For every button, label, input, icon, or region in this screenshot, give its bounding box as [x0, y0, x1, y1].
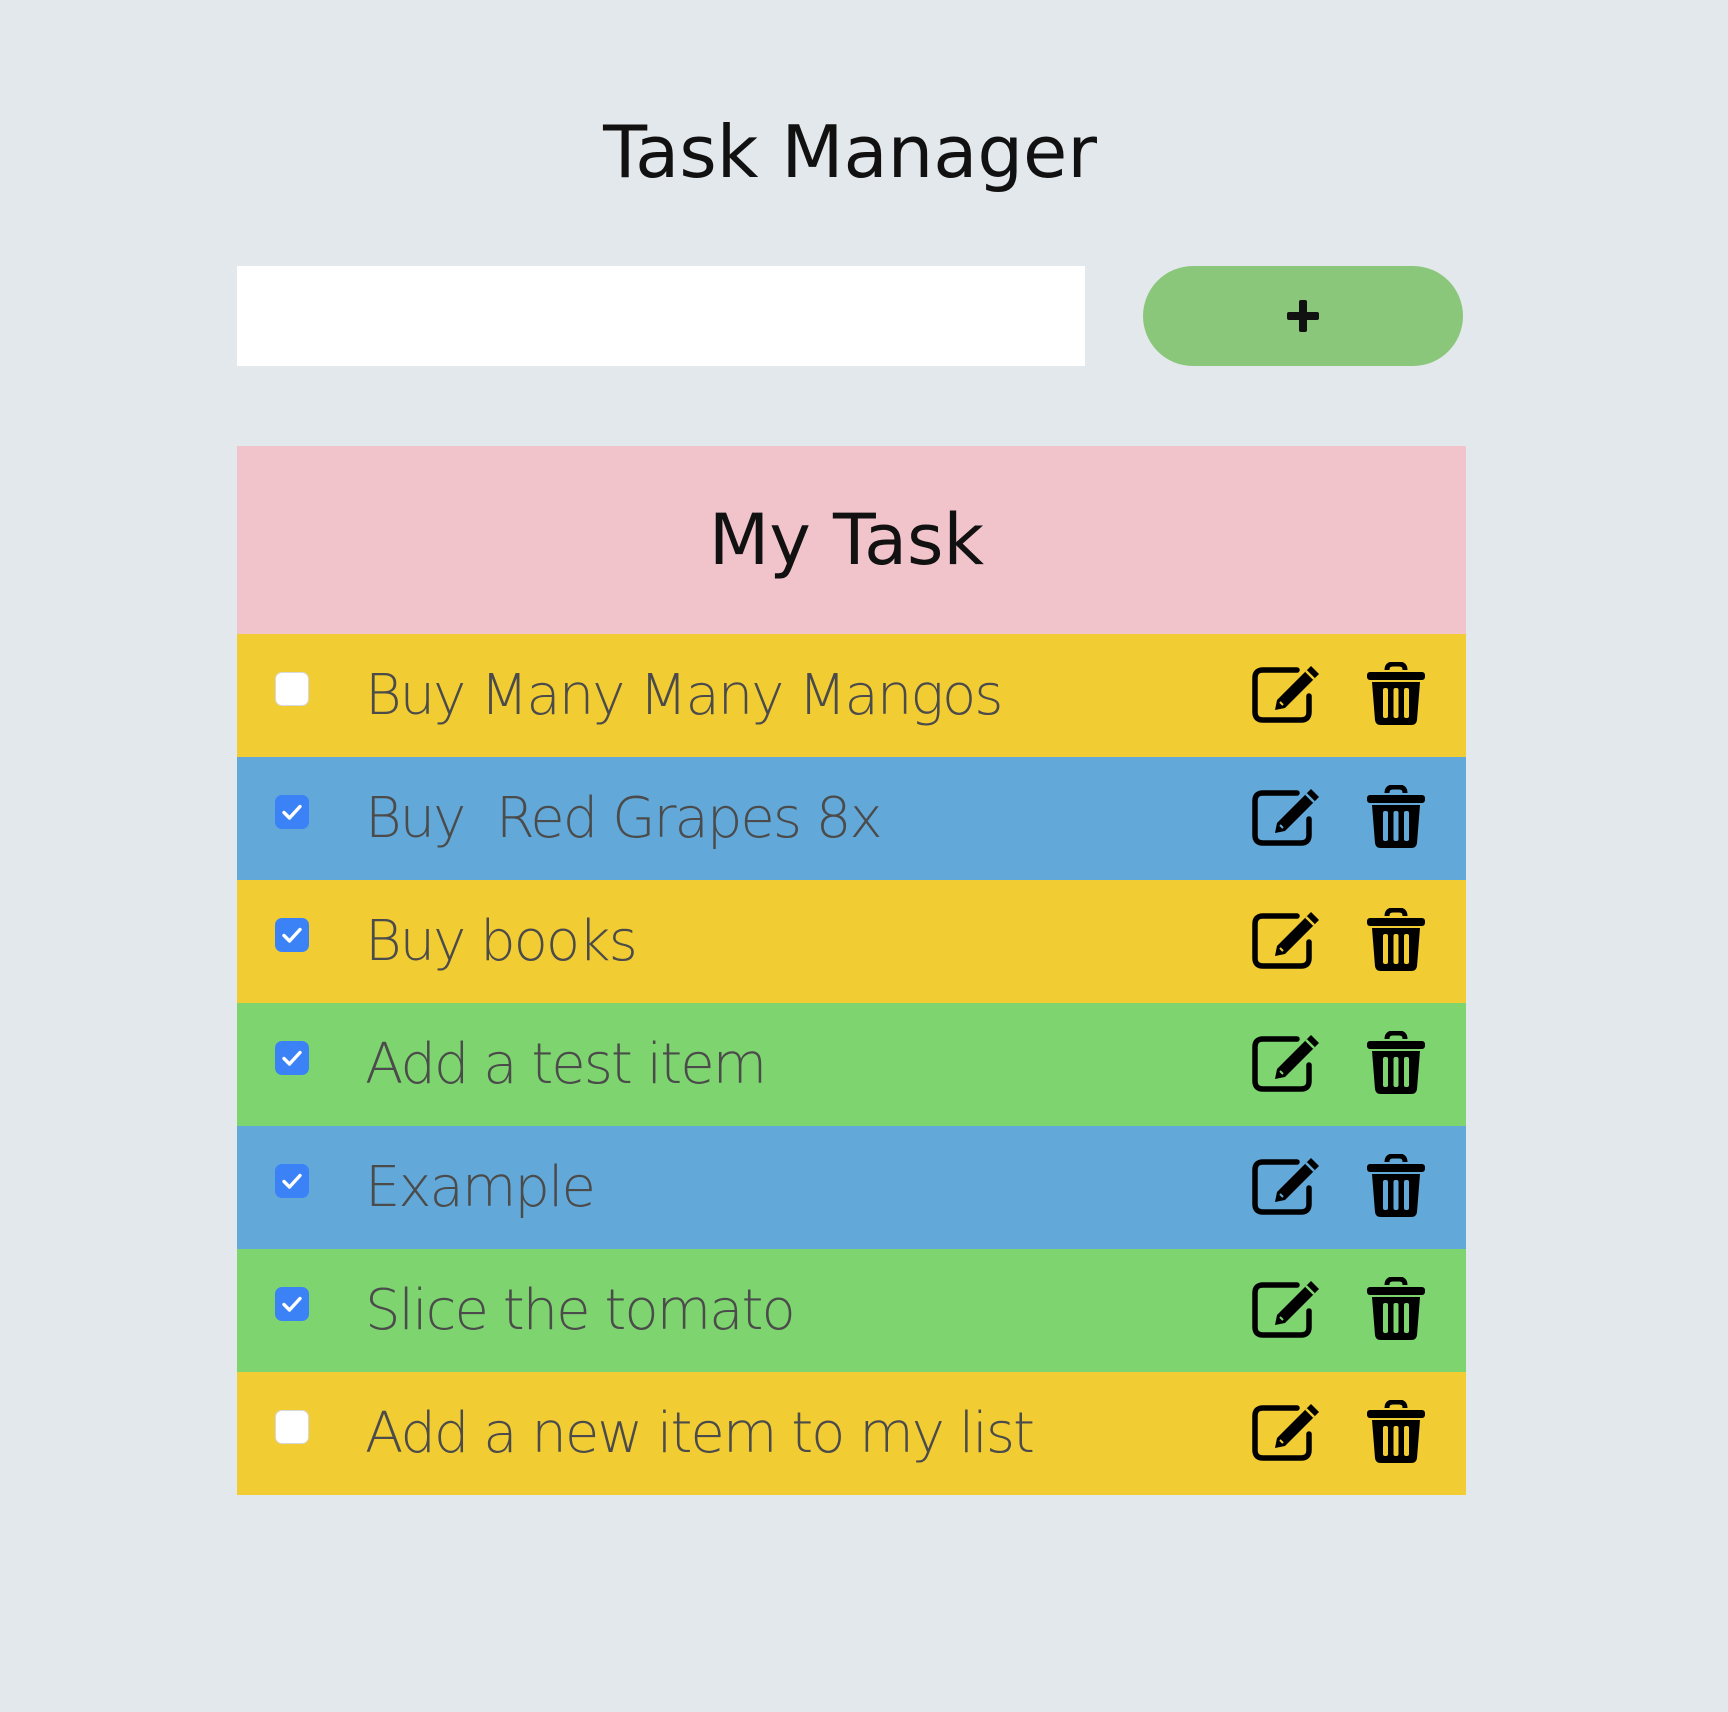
- task-row: Buy Many Many Mangos: [237, 634, 1466, 757]
- delete-task-button[interactable]: [1365, 1276, 1427, 1341]
- trash-icon: [1367, 1399, 1425, 1463]
- task-text: Add a test item: [365, 1032, 767, 1097]
- task-list-title: My Task: [708, 499, 985, 581]
- new-task-input[interactable]: [237, 266, 1085, 366]
- delete-task-button[interactable]: [1365, 1399, 1427, 1464]
- task-text: Example: [365, 1155, 596, 1220]
- edit-task-button[interactable]: [1251, 662, 1327, 726]
- trash-icon: [1367, 784, 1425, 848]
- edit-icon: [1252, 912, 1319, 969]
- delete-task-button[interactable]: [1365, 1153, 1427, 1218]
- check-icon: [282, 804, 302, 820]
- task-row: Add a new item to my list: [237, 1372, 1466, 1495]
- task-text: Add a new item to my list: [365, 1401, 1035, 1466]
- trash-icon: [1367, 1030, 1425, 1094]
- edit-task-button[interactable]: [1251, 1277, 1327, 1341]
- task-list: My Task Buy Many Many Mangos Buy Red Gra…: [237, 446, 1466, 1495]
- task-list-header: My Task: [237, 446, 1466, 634]
- task-text: Buy Many Many Mangos: [365, 663, 1003, 728]
- task-text: Buy books: [365, 909, 638, 974]
- trash-icon: [1367, 907, 1425, 971]
- task-checkbox[interactable]: [275, 918, 309, 952]
- check-icon: [282, 1296, 302, 1312]
- check-icon: [282, 1050, 302, 1066]
- edit-icon: [1252, 1035, 1319, 1092]
- task-text: Slice the tomato: [365, 1278, 796, 1343]
- check-icon: [282, 1173, 302, 1189]
- task-checkbox[interactable]: [275, 1164, 309, 1198]
- task-checkbox[interactable]: [275, 672, 309, 706]
- delete-task-button[interactable]: [1365, 661, 1427, 726]
- task-text: Buy Red Grapes 8x: [365, 786, 883, 851]
- edit-task-button[interactable]: [1251, 1031, 1327, 1095]
- delete-task-button[interactable]: [1365, 1030, 1427, 1095]
- trash-icon: [1367, 661, 1425, 725]
- check-icon: [282, 927, 302, 943]
- edit-task-button[interactable]: [1251, 908, 1327, 972]
- trash-icon: [1367, 1276, 1425, 1340]
- edit-icon: [1252, 666, 1319, 723]
- task-row: Example: [237, 1126, 1466, 1249]
- page-title: Task Manager: [603, 110, 1097, 194]
- task-row: Buy Red Grapes 8x: [237, 757, 1466, 880]
- delete-task-button[interactable]: [1365, 907, 1427, 972]
- edit-task-button[interactable]: [1251, 1154, 1327, 1218]
- edit-icon: [1252, 1404, 1319, 1461]
- task-checkbox[interactable]: [275, 1041, 309, 1075]
- task-checkbox[interactable]: [275, 1410, 309, 1444]
- task-row: Slice the tomato: [237, 1249, 1466, 1372]
- plus-icon: [1287, 300, 1319, 332]
- task-checkbox[interactable]: [275, 795, 309, 829]
- edit-task-button[interactable]: [1251, 1400, 1327, 1464]
- edit-icon: [1252, 1158, 1319, 1215]
- task-row: Add a test item: [237, 1003, 1466, 1126]
- add-task-button[interactable]: [1143, 266, 1463, 366]
- task-row: Buy books: [237, 880, 1466, 1003]
- task-checkbox[interactable]: [275, 1287, 309, 1321]
- edit-icon: [1252, 789, 1319, 846]
- edit-task-button[interactable]: [1251, 785, 1327, 849]
- edit-icon: [1252, 1281, 1319, 1338]
- trash-icon: [1367, 1153, 1425, 1217]
- delete-task-button[interactable]: [1365, 784, 1427, 849]
